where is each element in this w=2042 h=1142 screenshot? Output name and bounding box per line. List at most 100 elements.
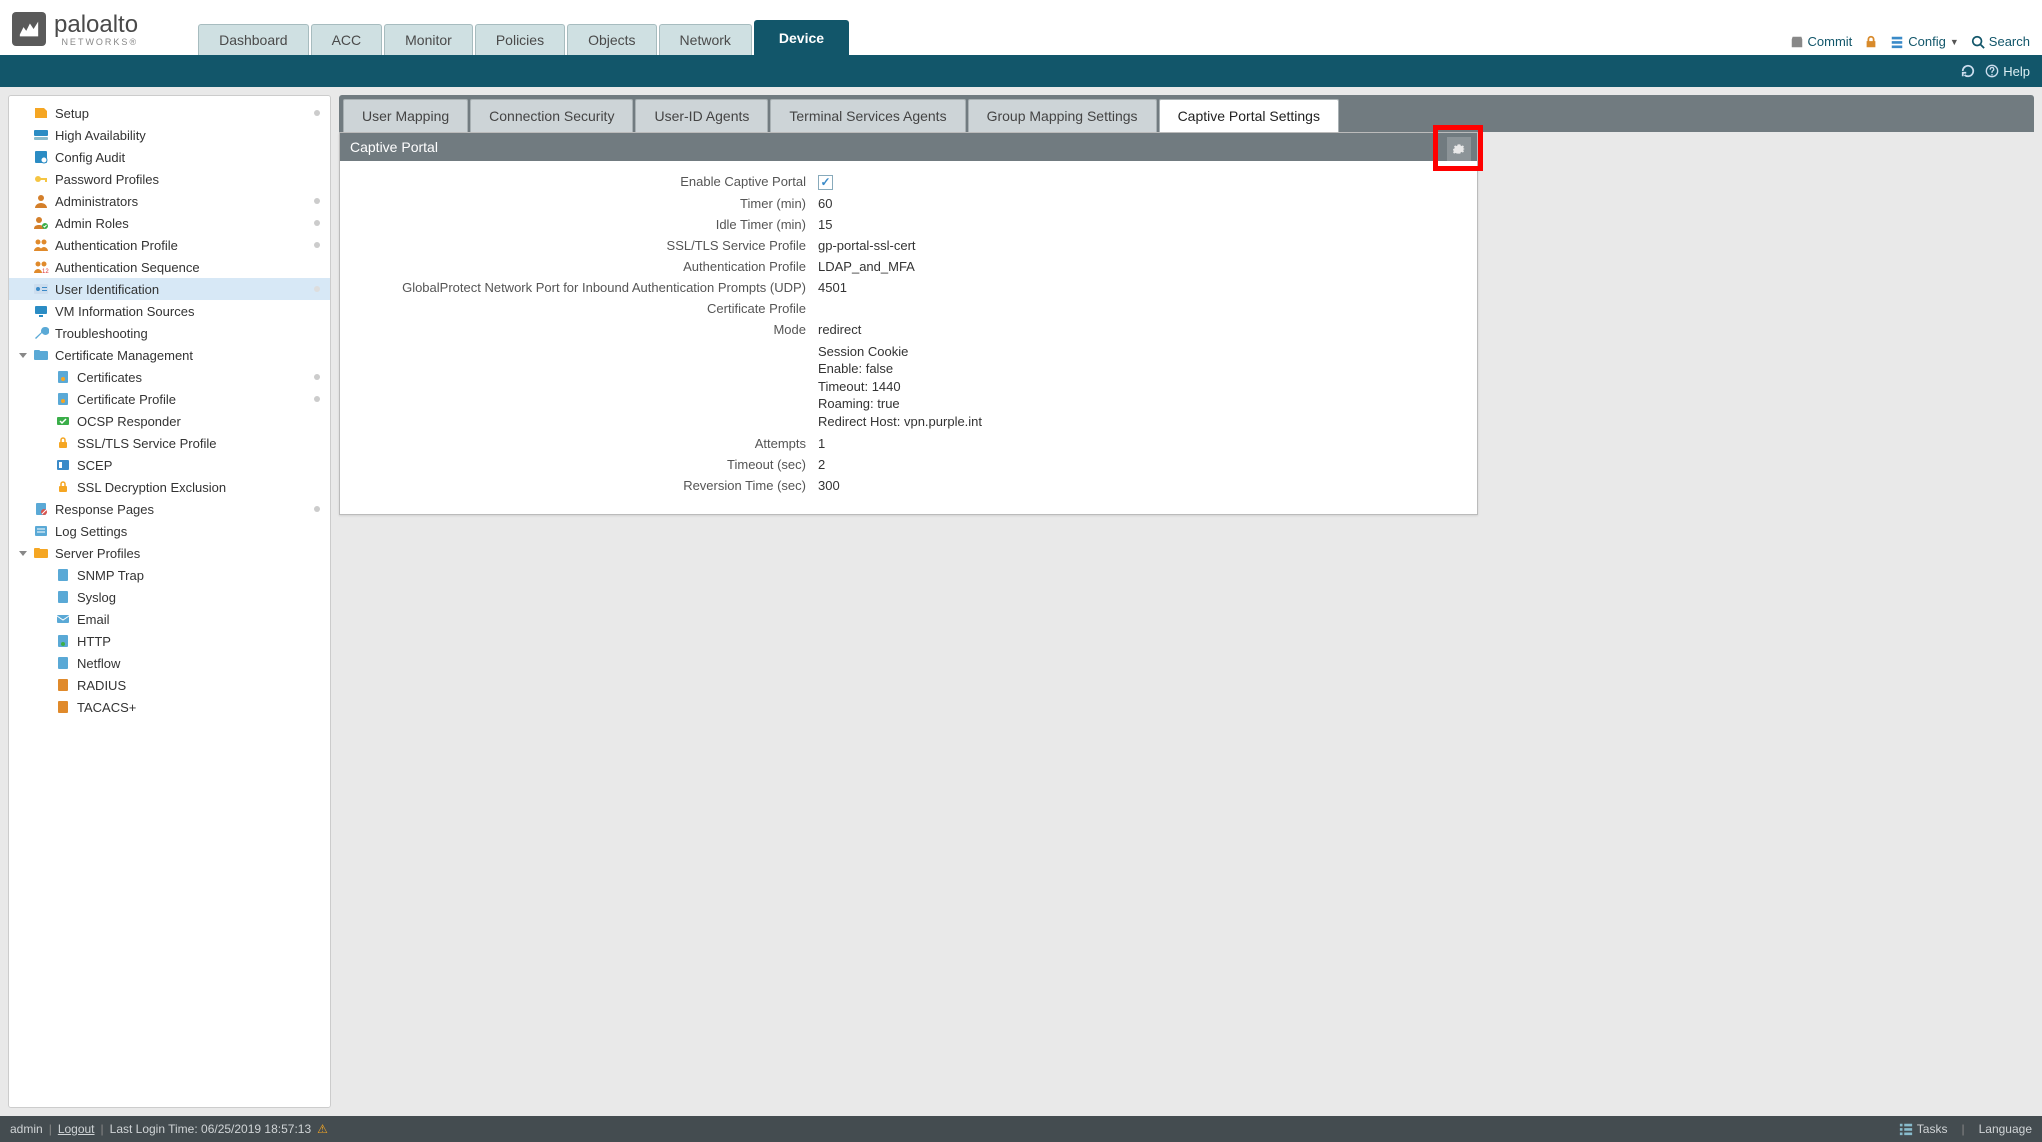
val-timer: 60 — [818, 196, 832, 211]
val-ssl: gp-portal-ssl-cert — [818, 238, 916, 253]
server-folder-icon — [33, 545, 49, 561]
lock-icon — [1864, 35, 1878, 49]
server-icon-2 — [55, 589, 71, 605]
sidebar-item-password-profiles[interactable]: Password Profiles — [9, 168, 330, 190]
cert-profile-icon — [55, 391, 71, 407]
sidebar-item-snmp-trap[interactable]: SNMP Trap — [9, 564, 330, 586]
lock-small-icon-2 — [55, 479, 71, 495]
help-button[interactable]: Help — [1985, 64, 2030, 79]
commit-icon — [1790, 35, 1804, 49]
id-card-icon — [33, 281, 49, 297]
sidebar-item-server-profiles[interactable]: Server Profiles — [9, 542, 330, 564]
tacacs-icon — [55, 699, 71, 715]
tab-acc[interactable]: ACC — [311, 24, 383, 55]
audit-icon — [33, 149, 49, 165]
config-icon — [1890, 35, 1904, 49]
subtab-group-mapping-settings[interactable]: Group Mapping Settings — [968, 99, 1157, 132]
val-enable — [818, 174, 833, 190]
user-icon — [33, 193, 49, 209]
sidebar-item-tacacs[interactable]: TACACS+ — [9, 696, 330, 718]
lbl-enable: Enable Captive Portal — [352, 174, 818, 190]
lbl-reversion: Reversion Time (sec) — [352, 478, 818, 493]
panel-body: Enable Captive Portal Timer (min)60 Idle… — [340, 161, 1477, 514]
language-button[interactable]: Language — [1979, 1122, 2032, 1136]
main-tab-bar: Dashboard ACC Monitor Policies Objects N… — [198, 20, 851, 55]
val-session-cookie: Session Cookie Enable: false Timeout: 14… — [818, 343, 982, 431]
radius-icon — [55, 677, 71, 693]
sidebar-item-certificates[interactable]: Certificates — [9, 366, 330, 388]
scep-icon — [55, 457, 71, 473]
tab-policies[interactable]: Policies — [475, 24, 565, 55]
subtab-user-mapping[interactable]: User Mapping — [343, 99, 468, 132]
subtab-captive-portal-settings[interactable]: Captive Portal Settings — [1159, 99, 1339, 132]
sidebar-item-syslog[interactable]: Syslog — [9, 586, 330, 608]
sidebar-item-config-audit[interactable]: Config Audit — [9, 146, 330, 168]
main-content: User Mapping Connection Security User-ID… — [339, 95, 2034, 1108]
subtab-user-id-agents[interactable]: User-ID Agents — [635, 99, 768, 132]
users-icon — [33, 237, 49, 253]
panel-title: Captive Portal — [350, 139, 438, 155]
sidebar-item-certificate-profile[interactable]: Certificate Profile — [9, 388, 330, 410]
sidebar-item-ssl-tls-profile[interactable]: SSL/TLS Service Profile — [9, 432, 330, 454]
cert-folder-icon — [33, 347, 49, 363]
sidebar-item-high-availability[interactable]: High Availability — [9, 124, 330, 146]
refresh-icon[interactable] — [1961, 64, 1975, 78]
tab-dashboard[interactable]: Dashboard — [198, 24, 309, 55]
sidebar-item-authentication-profile[interactable]: Authentication Profile — [9, 234, 330, 256]
val-idle: 15 — [818, 217, 832, 232]
sidebar-item-log-settings[interactable]: Log Settings — [9, 520, 330, 542]
sidebar-item-response-pages[interactable]: Response Pages — [9, 498, 330, 520]
sidebar-item-certificate-management[interactable]: Certificate Management — [9, 344, 330, 366]
footer-bar: admin | Logout | Last Login Time: 06/25/… — [0, 1116, 2042, 1142]
http-icon — [55, 633, 71, 649]
sidebar-item-admin-roles[interactable]: Admin Roles — [9, 212, 330, 234]
tab-device[interactable]: Device — [754, 20, 849, 55]
footer-user: admin — [10, 1122, 43, 1136]
sidebar-item-scep[interactable]: SCEP — [9, 454, 330, 476]
lbl-ssl: SSL/TLS Service Profile — [352, 238, 818, 253]
panel-header: Captive Portal — [340, 133, 1477, 161]
page-block-icon — [33, 501, 49, 517]
help-icon — [1985, 64, 1999, 78]
lbl-mode: Mode — [352, 322, 818, 337]
tab-monitor[interactable]: Monitor — [384, 24, 473, 55]
brand-text: paloalto — [54, 11, 138, 39]
val-timeout: 2 — [818, 457, 825, 472]
sidebar-item-vm-info-sources[interactable]: VM Information Sources — [9, 300, 330, 322]
config-button[interactable]: Config ▼ — [1890, 34, 1959, 49]
sidebar-item-http[interactable]: HTTP — [9, 630, 330, 652]
enable-checkbox — [818, 175, 833, 190]
sidebar-item-user-identification[interactable]: User Identification — [9, 278, 330, 300]
tasks-icon — [1899, 1122, 1913, 1136]
sidebar-item-ocsp-responder[interactable]: OCSP Responder — [9, 410, 330, 432]
tab-objects[interactable]: Objects — [567, 24, 656, 55]
last-login-text: Last Login Time: 06/25/2019 18:57:13 — [110, 1122, 312, 1136]
sidebar-item-netflow[interactable]: Netflow — [9, 652, 330, 674]
sidebar-item-radius[interactable]: RADIUS — [9, 674, 330, 696]
lbl-attempts: Attempts — [352, 436, 818, 451]
subtab-connection-security[interactable]: Connection Security — [470, 99, 633, 132]
sidebar-item-troubleshooting[interactable]: Troubleshooting — [9, 322, 330, 344]
sidebar-item-ssl-decryption-exclusion[interactable]: SSL Decryption Exclusion — [9, 476, 330, 498]
sidebar-item-setup[interactable]: Setup — [9, 102, 330, 124]
tab-network[interactable]: Network — [659, 24, 752, 55]
netflow-icon — [55, 655, 71, 671]
top-actions: Commit Config ▼ Search — [1778, 34, 2042, 49]
key-icon — [33, 171, 49, 187]
search-button[interactable]: Search — [1971, 34, 2030, 49]
secondary-bar: Help — [0, 55, 2042, 87]
commit-button[interactable]: Commit — [1790, 34, 1853, 49]
ocsp-icon — [55, 413, 71, 429]
logout-link[interactable]: Logout — [58, 1122, 95, 1136]
wrench-icon — [33, 325, 49, 341]
lock-small-icon — [55, 435, 71, 451]
sidebar-item-email[interactable]: Email — [9, 608, 330, 630]
val-reversion: 300 — [818, 478, 840, 493]
sidebar-resize-handle[interactable] — [327, 602, 331, 638]
sidebar-item-administrators[interactable]: Administrators — [9, 190, 330, 212]
subtab-terminal-services-agents[interactable]: Terminal Services Agents — [770, 99, 965, 132]
brand-mark-icon — [12, 12, 46, 46]
tasks-button[interactable]: Tasks — [1899, 1122, 1948, 1136]
lock-button[interactable] — [1864, 35, 1878, 49]
sidebar-item-authentication-sequence[interactable]: 123Authentication Sequence — [9, 256, 330, 278]
